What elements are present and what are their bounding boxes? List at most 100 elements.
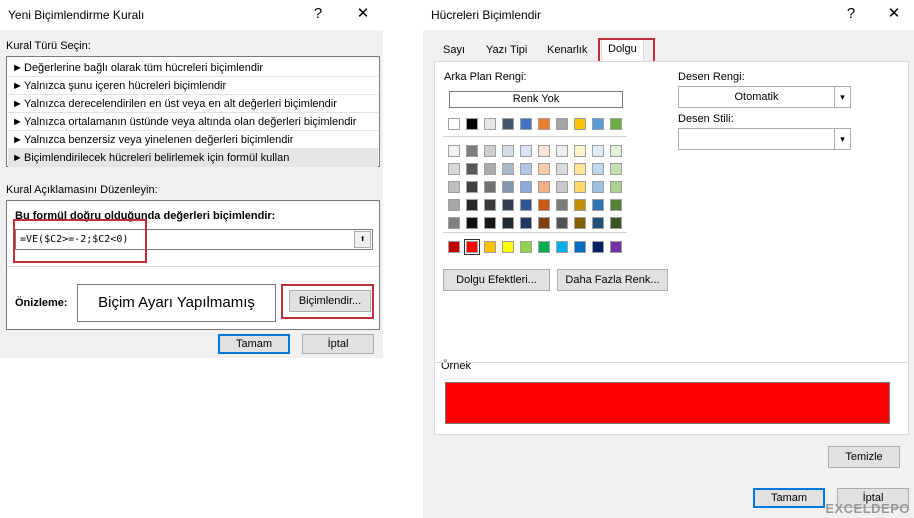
tint-color-swatch[interactable] (448, 145, 460, 157)
tint-color-swatch[interactable] (574, 163, 586, 175)
standard-color-swatch[interactable] (484, 241, 496, 253)
theme-color-swatch[interactable] (466, 118, 478, 130)
tint-color-swatch[interactable] (484, 163, 496, 175)
more-colors-button[interactable]: Daha Fazla Renk... (557, 269, 668, 291)
tint-color-swatch[interactable] (502, 181, 514, 193)
fill-effects-button[interactable]: Dolgu Efektleri... (443, 269, 550, 291)
tint-color-swatch[interactable] (520, 145, 532, 157)
standard-color-swatch[interactable] (592, 241, 604, 253)
theme-color-swatch[interactable] (574, 118, 586, 130)
ok-button[interactable]: Tamam (218, 334, 290, 354)
tint-color-swatch[interactable] (556, 181, 568, 193)
tint-color-swatch[interactable] (502, 217, 514, 229)
standard-color-swatch[interactable] (520, 241, 532, 253)
new-formatting-rule-dialog: Yeni Biçimlendirme Kuralı ? ✕ Kural Türü… (0, 0, 383, 358)
tint-color-swatch[interactable] (466, 145, 478, 157)
tint-color-swatch[interactable] (502, 163, 514, 175)
tint-color-swatch[interactable] (448, 163, 460, 175)
theme-color-swatch[interactable] (520, 118, 532, 130)
standard-color-swatch[interactable] (538, 241, 550, 253)
tint-color-swatch[interactable] (466, 217, 478, 229)
divider (435, 362, 908, 363)
tint-color-swatch[interactable] (592, 163, 604, 175)
rule-type-item[interactable]: ►Yalnızca benzersiz veya yinelenen değer… (8, 131, 378, 149)
standard-color-swatch[interactable] (610, 241, 622, 253)
theme-color-swatch[interactable] (448, 118, 460, 130)
formula-highlight-box (13, 219, 147, 263)
tint-color-swatch[interactable] (538, 217, 550, 229)
tint-color-swatch[interactable] (520, 199, 532, 211)
cancel-button[interactable]: İptal (302, 334, 374, 354)
tint-color-swatch[interactable] (538, 145, 550, 157)
arrow-right-icon: ► (12, 62, 23, 74)
standard-color-swatch[interactable] (464, 239, 480, 255)
tint-color-swatch[interactable] (484, 199, 496, 211)
tab-border[interactable]: Kenarlık (541, 40, 593, 62)
rule-type-list[interactable]: ►Değerlerine bağlı olarak tüm hücreleri … (6, 56, 380, 167)
tint-color-swatch[interactable] (520, 181, 532, 193)
tint-color-swatch[interactable] (610, 145, 622, 157)
rule-type-text: Biçimlendirilecek hücreleri belirlemek i… (24, 152, 290, 164)
tint-color-swatch[interactable] (610, 199, 622, 211)
tint-color-swatch[interactable] (592, 217, 604, 229)
rule-type-item-selected[interactable]: ►Biçimlendirilecek hücreleri belirlemek … (8, 149, 378, 167)
theme-color-swatch[interactable] (484, 118, 496, 130)
left-dialog-title: Yeni Biçimlendirme Kuralı (8, 8, 145, 22)
pattern-color-select[interactable]: Otomatik ▾ (678, 86, 851, 108)
help-icon[interactable]: ? (841, 4, 861, 24)
tint-color-swatch[interactable] (592, 199, 604, 211)
no-color-button[interactable]: Renk Yok (449, 91, 623, 108)
tab-font[interactable]: Yazı Tipi (480, 40, 533, 62)
close-icon[interactable]: ✕ (353, 4, 373, 24)
tint-color-swatch[interactable] (556, 217, 568, 229)
tint-color-swatch[interactable] (466, 181, 478, 193)
tint-color-swatch[interactable] (520, 217, 532, 229)
tint-color-swatch[interactable] (538, 181, 550, 193)
tint-color-swatch[interactable] (520, 163, 532, 175)
tint-color-swatch[interactable] (610, 163, 622, 175)
tint-color-swatch[interactable] (484, 145, 496, 157)
tint-color-swatch[interactable] (466, 199, 478, 211)
standard-color-swatch[interactable] (556, 241, 568, 253)
ok-button[interactable]: Tamam (753, 488, 825, 508)
theme-color-swatch[interactable] (592, 118, 604, 130)
tint-color-swatch[interactable] (556, 163, 568, 175)
tint-color-swatch[interactable] (574, 217, 586, 229)
rule-type-item[interactable]: ►Yalnızca şunu içeren hücreleri biçimlen… (8, 77, 378, 95)
tint-color-swatch[interactable] (556, 199, 568, 211)
rule-type-item[interactable]: ►Yalnızca ortalamanın üstünde veya altın… (8, 113, 378, 131)
tint-color-swatch[interactable] (556, 145, 568, 157)
tint-color-swatch[interactable] (448, 199, 460, 211)
tab-number[interactable]: Sayı (437, 40, 471, 62)
tint-color-swatch[interactable] (448, 181, 460, 193)
tint-color-swatch[interactable] (538, 163, 550, 175)
close-icon[interactable]: ✕ (884, 4, 904, 24)
rule-type-item[interactable]: ►Değerlerine bağlı olarak tüm hücreleri … (8, 59, 378, 77)
tint-color-swatch[interactable] (610, 217, 622, 229)
tint-color-swatch[interactable] (502, 199, 514, 211)
standard-color-swatch[interactable] (448, 241, 460, 253)
tint-color-swatch[interactable] (466, 163, 478, 175)
clear-button[interactable]: Temizle (828, 446, 900, 468)
standard-color-swatch[interactable] (574, 241, 586, 253)
tint-color-swatch[interactable] (574, 181, 586, 193)
tint-color-swatch[interactable] (484, 181, 496, 193)
theme-color-swatch[interactable] (502, 118, 514, 130)
standard-color-swatch[interactable] (502, 241, 514, 253)
tint-color-swatch[interactable] (574, 145, 586, 157)
pattern-style-select[interactable]: ▾ (678, 128, 851, 150)
tint-color-swatch[interactable] (538, 199, 550, 211)
collapse-dialog-icon[interactable]: ⬆ (354, 231, 371, 248)
help-icon[interactable]: ? (308, 4, 328, 24)
theme-color-swatch[interactable] (610, 118, 622, 130)
tint-color-swatch[interactable] (502, 145, 514, 157)
rule-type-item[interactable]: ►Yalnızca derecelendirilen en üst veya e… (8, 95, 378, 113)
tint-color-swatch[interactable] (610, 181, 622, 193)
theme-color-swatch[interactable] (556, 118, 568, 130)
tint-color-swatch[interactable] (574, 199, 586, 211)
tint-color-swatch[interactable] (592, 145, 604, 157)
theme-color-swatch[interactable] (538, 118, 550, 130)
tint-color-swatch[interactable] (484, 217, 496, 229)
tint-color-swatch[interactable] (448, 217, 460, 229)
tint-color-swatch[interactable] (592, 181, 604, 193)
